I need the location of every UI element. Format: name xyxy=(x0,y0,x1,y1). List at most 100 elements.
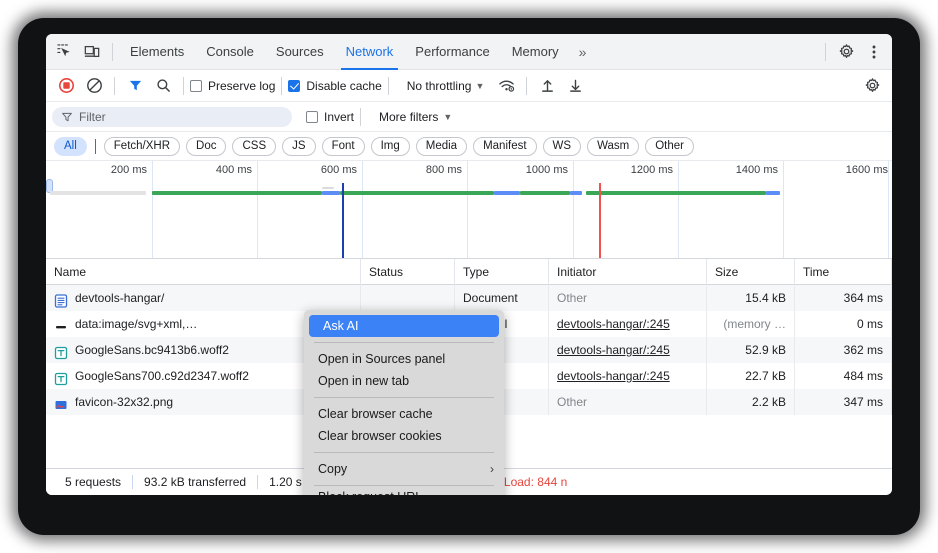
overview-transfer-segment xyxy=(322,191,340,195)
request-name: data:image/svg+xml,… xyxy=(75,311,197,337)
overview-gridline xyxy=(362,161,363,259)
dom-content-loaded-marker xyxy=(342,183,344,259)
cell-size: 15.4 kB xyxy=(707,285,795,311)
chip-media[interactable]: Media xyxy=(416,137,467,156)
font-icon xyxy=(54,343,68,357)
invert-checkbox[interactable]: Invert xyxy=(306,110,354,124)
tab-memory[interactable]: Memory xyxy=(501,34,570,70)
menu-item-open-in-new-tab[interactable]: Open in new tab xyxy=(304,370,504,392)
controls-divider-4 xyxy=(388,77,389,95)
preserve-log-box[interactable] xyxy=(190,80,202,92)
overview-tick-label: 200 ms xyxy=(111,164,152,176)
overview-tick-label: 400 ms xyxy=(216,164,257,176)
overview-request-segment xyxy=(586,191,766,195)
chip-css[interactable]: CSS xyxy=(232,137,276,156)
chip-doc[interactable]: Doc xyxy=(186,137,226,156)
throttling-dropdown[interactable]: No throttling ▼ xyxy=(407,79,485,93)
cell-initiator[interactable]: devtools-hangar/:245 xyxy=(549,337,707,363)
more-filters-dropdown[interactable]: More filters ▼ xyxy=(379,110,452,124)
overview-transfer-segment xyxy=(570,191,582,195)
controls-divider-5 xyxy=(526,77,527,95)
cell-size: 22.7 kB xyxy=(707,363,795,389)
export-har-icon[interactable] xyxy=(561,72,589,100)
cell-time: 362 ms xyxy=(795,337,892,363)
cell-time: 0 ms xyxy=(795,311,892,337)
import-har-icon[interactable] xyxy=(533,72,561,100)
menu-item-clear-browser-cache[interactable]: Clear browser cache xyxy=(304,403,504,425)
filter-funnel-icon[interactable] xyxy=(121,72,149,100)
tab-network[interactable]: Network xyxy=(335,34,405,70)
more-tabs-button[interactable]: » xyxy=(570,34,596,70)
wifi-settings-icon[interactable] xyxy=(492,72,520,100)
cell-initiator[interactable]: devtools-hangar/:245 xyxy=(549,311,707,337)
request-name: GoogleSans.bc9413b6.woff2 xyxy=(75,337,229,363)
column-header-status[interactable]: Status xyxy=(361,259,455,285)
preserve-log-checkbox[interactable]: Preserve log xyxy=(190,79,275,93)
invert-box[interactable] xyxy=(306,111,318,123)
gear-icon[interactable] xyxy=(832,38,860,66)
tab-performance[interactable]: Performance xyxy=(404,34,500,70)
chip-js[interactable]: JS xyxy=(282,137,315,156)
menu-item-ask-ai[interactable]: Ask AI xyxy=(309,315,499,337)
transferred-size: 93.2 kB transferred xyxy=(133,475,257,489)
load-event-marker xyxy=(599,183,601,259)
overview-idle-segment xyxy=(50,191,146,195)
disable-cache-box[interactable] xyxy=(288,80,300,92)
more-vertical-icon[interactable] xyxy=(860,38,888,66)
chip-all[interactable]: All xyxy=(54,137,87,156)
overview-tick-label: 600 ms xyxy=(321,164,362,176)
overview-request-segment xyxy=(340,191,494,195)
chevron-down-icon: ▼ xyxy=(443,112,452,122)
column-header-time[interactable]: Time xyxy=(795,259,892,285)
overview-request-segment xyxy=(520,191,570,195)
network-settings-icon[interactable] xyxy=(858,72,886,100)
cell-initiator: Other xyxy=(549,285,707,311)
cell-time: 364 ms xyxy=(795,285,892,311)
inspect-cursor-icon[interactable] xyxy=(50,38,78,66)
chip-divider xyxy=(95,139,96,154)
tab-sources[interactable]: Sources xyxy=(265,34,335,70)
chip-font[interactable]: Font xyxy=(322,137,365,156)
menu-item-clear-browser-cookies[interactable]: Clear browser cookies xyxy=(304,425,504,447)
network-overview[interactable]: 200 ms 400 ms 600 ms 800 ms 1000 ms 1200… xyxy=(46,161,892,259)
tab-console[interactable]: Console xyxy=(195,34,265,70)
tab-elements[interactable]: Elements xyxy=(119,34,195,70)
chip-fetch-xhr[interactable]: Fetch/XHR xyxy=(104,137,180,156)
chip-manifest[interactable]: Manifest xyxy=(473,137,536,156)
column-header-initiator[interactable]: Initiator xyxy=(549,259,707,285)
record-stop-icon[interactable] xyxy=(52,72,80,100)
column-header-size[interactable]: Size xyxy=(707,259,795,285)
overview-tick-label: 1600 ms xyxy=(846,164,892,176)
menu-item-open-in-sources-panel[interactable]: Open in Sources panel xyxy=(304,348,504,370)
cell-name[interactable]: devtools-hangar/ xyxy=(46,285,361,311)
image-icon xyxy=(54,395,68,409)
controls-divider-3 xyxy=(281,77,282,95)
request-name: GoogleSans700.c92d2347.woff2 xyxy=(75,363,249,389)
font-icon xyxy=(54,369,68,383)
search-icon[interactable] xyxy=(149,72,177,100)
column-header-type[interactable]: Type xyxy=(455,259,549,285)
clear-icon[interactable] xyxy=(80,72,108,100)
column-header-name[interactable]: Name xyxy=(46,259,361,285)
preserve-log-label: Preserve log xyxy=(208,79,275,93)
disable-cache-checkbox[interactable]: Disable cache xyxy=(288,79,381,93)
overview-gridline xyxy=(467,161,468,259)
chip-img[interactable]: Img xyxy=(371,137,410,156)
cell-size: 52.9 kB xyxy=(707,337,795,363)
cell-initiator[interactable]: devtools-hangar/:245 xyxy=(549,363,707,389)
load-time: Load: 844 n xyxy=(493,475,578,489)
table-row[interactable]: devtools-hangar/ Document Other 15.4 kB … xyxy=(46,285,892,311)
context-menu[interactable]: Ask AI Open in Sources panel Open in new… xyxy=(304,310,504,495)
overview-gridline xyxy=(152,161,153,259)
chip-wasm[interactable]: Wasm xyxy=(587,137,639,156)
chip-ws[interactable]: WS xyxy=(543,137,582,156)
data-url-icon xyxy=(54,317,68,331)
menu-item-block-request-url[interactable]: Block request URL xyxy=(304,491,504,495)
cell-initiator: Other xyxy=(549,389,707,415)
menu-item-copy[interactable]: Copy › xyxy=(304,458,504,480)
search-input[interactable]: Filter xyxy=(52,107,292,127)
chip-other[interactable]: Other xyxy=(645,137,694,156)
devtools-tabbar: Elements Console Sources Network Perform… xyxy=(46,34,892,70)
device-toolbar-icon[interactable] xyxy=(78,38,106,66)
filter-funnel-icon xyxy=(61,111,73,123)
